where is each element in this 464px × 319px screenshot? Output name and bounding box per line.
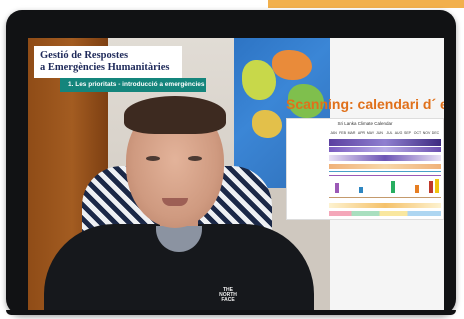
month-label: JUL xyxy=(386,131,393,135)
month-label: AUG xyxy=(394,131,403,135)
month-label: SEP xyxy=(403,131,411,135)
calendar-marker xyxy=(359,187,363,193)
calendar-line xyxy=(329,171,441,172)
month-label: JAN xyxy=(330,131,337,135)
calendar-grid: JAN FEB MAR APR MAY JUN JUL AUG SEP OCT … xyxy=(329,131,441,219)
row-label xyxy=(289,131,329,139)
row-label xyxy=(289,147,329,155)
climate-calendar: Sri Lanka Climate Calendar JAN FEB MAR A… xyxy=(286,118,444,220)
calendar-line xyxy=(329,197,441,198)
calendar-band xyxy=(329,155,441,161)
calendar-band xyxy=(329,164,441,169)
module-label: 1. Les prioritats - introducció a emergè… xyxy=(60,78,206,92)
presenter-mouth xyxy=(162,198,188,206)
calendar-marker xyxy=(335,183,339,193)
course-title-line1: Gestió de Respostes xyxy=(40,50,129,61)
month-label: MAR xyxy=(347,131,356,135)
calendar-band xyxy=(329,139,441,146)
device-bezel-bottom xyxy=(6,310,456,315)
presenter-eye-right xyxy=(188,156,202,161)
calendar-marker xyxy=(391,181,395,193)
calendar-marker xyxy=(415,185,419,193)
slide-heading: Scanning: calendari d´ emergè xyxy=(286,96,444,112)
presenter-eye-left xyxy=(146,156,160,161)
month-label: JUN xyxy=(376,131,383,135)
month-label: FEB xyxy=(339,131,346,135)
month-label: MAY xyxy=(366,131,375,135)
calendar-marker xyxy=(429,181,433,193)
calendar-band xyxy=(329,147,441,152)
month-label: NOV xyxy=(422,131,431,135)
calendar-band xyxy=(329,211,441,216)
calendar-title: Sri Lanka Climate Calendar xyxy=(337,121,393,126)
accent-bar xyxy=(268,0,464,8)
presenter-hair xyxy=(124,96,226,134)
row-label xyxy=(289,139,329,147)
calendar-band xyxy=(329,203,441,208)
course-title-line2: a Emergències Humanitàries xyxy=(40,62,170,73)
tablet-frame: THE NORTH FACE Gestió de Respostes a Emerg… xyxy=(6,10,456,315)
video-frame[interactable]: THE NORTH FACE Gestió de Respostes a Emerg… xyxy=(28,38,444,310)
course-title-box: Gestió de Respostes a Emergències Humani… xyxy=(34,46,182,78)
jacket-logo: THE NORTH FACE xyxy=(219,287,237,303)
calendar-row-labels xyxy=(289,131,329,163)
month-label: APR xyxy=(357,131,366,135)
calendar-marker xyxy=(435,179,439,193)
month-label: OCT xyxy=(413,131,422,135)
row-label xyxy=(289,155,329,163)
calendar-line xyxy=(329,175,441,176)
month-label: DEC xyxy=(431,131,440,135)
